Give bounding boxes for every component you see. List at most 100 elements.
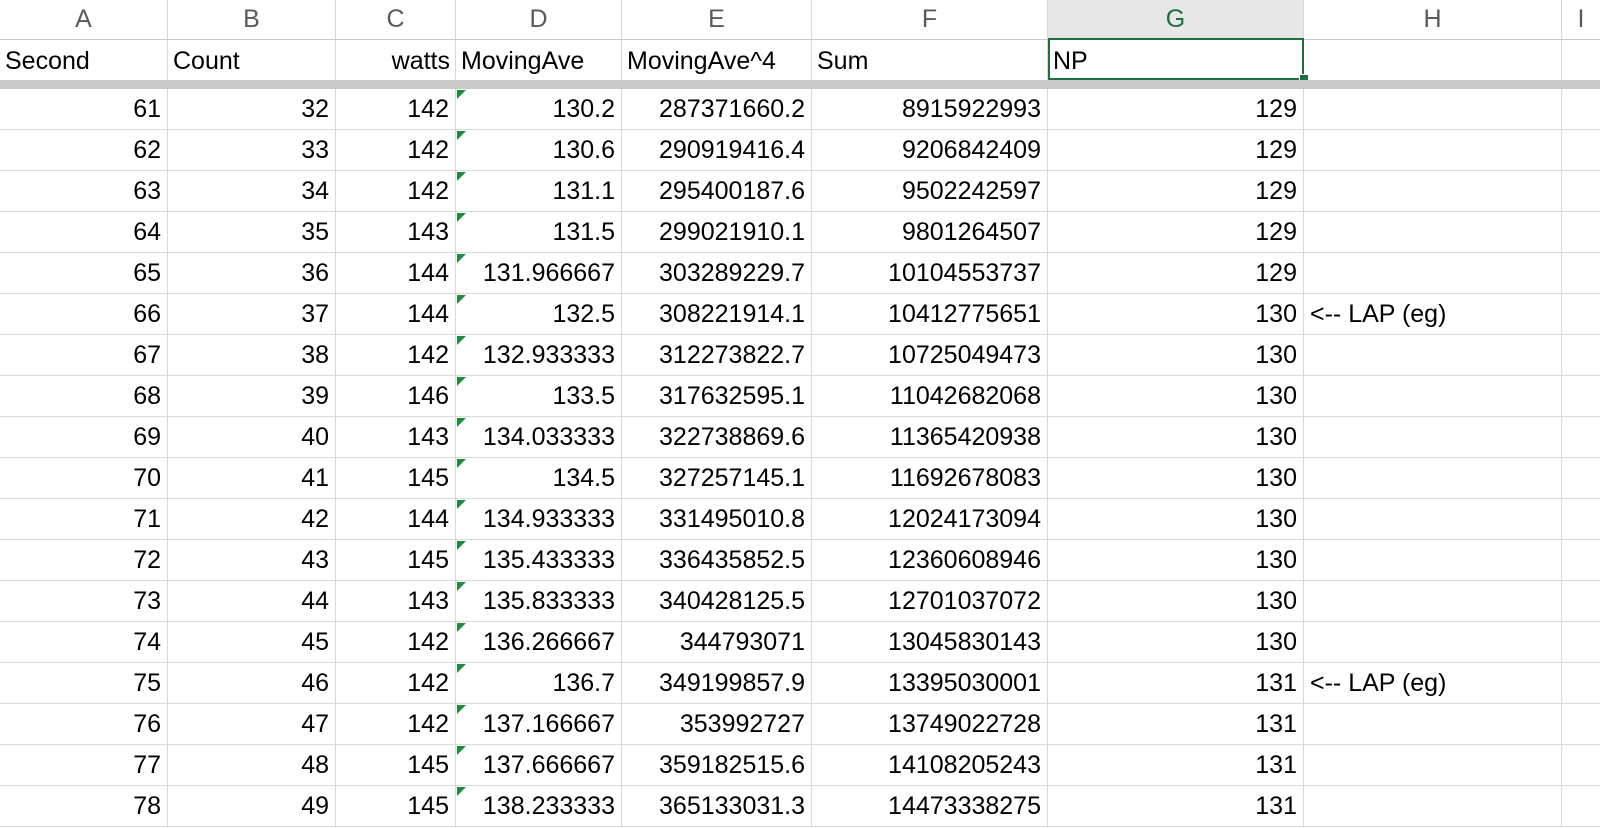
column-header-d[interactable]: D <box>456 0 622 40</box>
cell-count[interactable]: 46 <box>168 663 336 704</box>
cell-watts[interactable]: 142 <box>336 663 456 704</box>
column-header-c[interactable]: C <box>336 0 456 40</box>
cell-i[interactable] <box>1562 540 1600 581</box>
header-cell-moving-ave4[interactable]: MovingAve^4 <box>622 40 812 82</box>
cell-count[interactable]: 32 <box>168 89 336 130</box>
cell-sum[interactable]: 11042682068 <box>812 376 1048 417</box>
cell-moving-ave[interactable]: 131.966667 <box>456 253 622 294</box>
cell-note[interactable]: <-- LAP (eg) <box>1304 294 1562 335</box>
cell-np[interactable]: 130 <box>1048 458 1304 499</box>
cell-watts[interactable]: 142 <box>336 704 456 745</box>
cell-watts[interactable]: 143 <box>336 417 456 458</box>
cell-count[interactable]: 41 <box>168 458 336 499</box>
cell-count[interactable]: 37 <box>168 294 336 335</box>
cell-i[interactable] <box>1562 704 1600 745</box>
cell-second[interactable]: 63 <box>0 171 168 212</box>
cell-count[interactable]: 43 <box>168 540 336 581</box>
cell-moving-ave4[interactable]: 322738869.6 <box>622 417 812 458</box>
cell-np[interactable]: 130 <box>1048 417 1304 458</box>
cell-watts[interactable]: 146 <box>336 376 456 417</box>
cell-count[interactable]: 35 <box>168 212 336 253</box>
cell-watts[interactable]: 143 <box>336 212 456 253</box>
header-cell-moving-ave[interactable]: MovingAve <box>456 40 622 82</box>
cell-moving-ave4[interactable]: 299021910.1 <box>622 212 812 253</box>
cell-note[interactable] <box>1304 171 1562 212</box>
cell-note[interactable] <box>1304 786 1562 827</box>
cell-i[interactable] <box>1562 581 1600 622</box>
cell-watts[interactable]: 142 <box>336 171 456 212</box>
cell-note[interactable] <box>1304 130 1562 171</box>
cell-watts[interactable]: 144 <box>336 499 456 540</box>
header-cell-count[interactable]: Count <box>168 40 336 82</box>
column-header-f[interactable]: F <box>812 0 1048 40</box>
cell-count[interactable]: 44 <box>168 581 336 622</box>
cell-moving-ave4[interactable]: 365133031.3 <box>622 786 812 827</box>
cell-i[interactable] <box>1562 745 1600 786</box>
freeze-pane-divider[interactable] <box>0 80 1600 89</box>
cell-np[interactable]: 131 <box>1048 786 1304 827</box>
cell-count[interactable]: 47 <box>168 704 336 745</box>
cell-sum[interactable]: 11365420938 <box>812 417 1048 458</box>
cell-sum[interactable]: 10412775651 <box>812 294 1048 335</box>
cell-moving-ave4[interactable]: 331495010.8 <box>622 499 812 540</box>
cell-second[interactable]: 69 <box>0 417 168 458</box>
cell-second[interactable]: 67 <box>0 335 168 376</box>
cell-i[interactable] <box>1562 294 1600 335</box>
column-header-h[interactable]: H <box>1304 0 1562 40</box>
cell-sum[interactable]: 11692678083 <box>812 458 1048 499</box>
cell-sum[interactable]: 14108205243 <box>812 745 1048 786</box>
cell-i[interactable] <box>1562 253 1600 294</box>
cell-count[interactable]: 34 <box>168 171 336 212</box>
cell-moving-ave4[interactable]: 295400187.6 <box>622 171 812 212</box>
cell-i[interactable] <box>1562 663 1600 704</box>
cell-i[interactable] <box>1562 376 1600 417</box>
header-cell-np[interactable]: NP <box>1048 40 1304 82</box>
cell-sum[interactable]: 9801264507 <box>812 212 1048 253</box>
cell-moving-ave4[interactable]: 312273822.7 <box>622 335 812 376</box>
cell-sum[interactable]: 10104553737 <box>812 253 1048 294</box>
cell-note[interactable] <box>1304 417 1562 458</box>
cell-sum[interactable]: 9206842409 <box>812 130 1048 171</box>
cell-np[interactable]: 131 <box>1048 745 1304 786</box>
cell-second[interactable]: 75 <box>0 663 168 704</box>
cell-watts[interactable]: 142 <box>336 89 456 130</box>
cell-count[interactable]: 33 <box>168 130 336 171</box>
cell-sum[interactable]: 12360608946 <box>812 540 1048 581</box>
cell-watts[interactable]: 142 <box>336 130 456 171</box>
cell-moving-ave4[interactable]: 287371660.2 <box>622 89 812 130</box>
cell-i[interactable] <box>1562 335 1600 376</box>
cell-note[interactable] <box>1304 89 1562 130</box>
cell-np[interactable]: 130 <box>1048 335 1304 376</box>
header-cell-watts[interactable]: watts <box>336 40 456 82</box>
cell-count[interactable]: 39 <box>168 376 336 417</box>
cell-watts[interactable]: 143 <box>336 581 456 622</box>
header-cell-sum[interactable]: Sum <box>812 40 1048 82</box>
cell-note[interactable] <box>1304 458 1562 499</box>
cell-i[interactable] <box>1562 130 1600 171</box>
column-header-a[interactable]: A <box>0 0 168 40</box>
cell-np[interactable]: 130 <box>1048 294 1304 335</box>
cell-moving-ave4[interactable]: 308221914.1 <box>622 294 812 335</box>
cell-moving-ave4[interactable]: 327257145.1 <box>622 458 812 499</box>
cell-count[interactable]: 40 <box>168 417 336 458</box>
cell-np[interactable]: 129 <box>1048 253 1304 294</box>
cell-count[interactable]: 36 <box>168 253 336 294</box>
column-header-g[interactable]: G <box>1048 0 1304 40</box>
cell-second[interactable]: 65 <box>0 253 168 294</box>
cell-count[interactable]: 49 <box>168 786 336 827</box>
cell-note[interactable] <box>1304 704 1562 745</box>
cell-moving-ave4[interactable]: 317632595.1 <box>622 376 812 417</box>
cell-second[interactable]: 61 <box>0 89 168 130</box>
cell-moving-ave[interactable]: 134.933333 <box>456 499 622 540</box>
cell-i[interactable] <box>1562 171 1600 212</box>
cell-count[interactable]: 38 <box>168 335 336 376</box>
cell-moving-ave[interactable]: 138.233333 <box>456 786 622 827</box>
cell-second[interactable]: 77 <box>0 745 168 786</box>
cell-note[interactable] <box>1304 376 1562 417</box>
header-cell-second[interactable]: Second <box>0 40 168 82</box>
cell-sum[interactable]: 13749022728 <box>812 704 1048 745</box>
cell-moving-ave[interactable]: 136.266667 <box>456 622 622 663</box>
cell-np[interactable]: 130 <box>1048 499 1304 540</box>
cell-watts[interactable]: 142 <box>336 622 456 663</box>
cell-second[interactable]: 68 <box>0 376 168 417</box>
